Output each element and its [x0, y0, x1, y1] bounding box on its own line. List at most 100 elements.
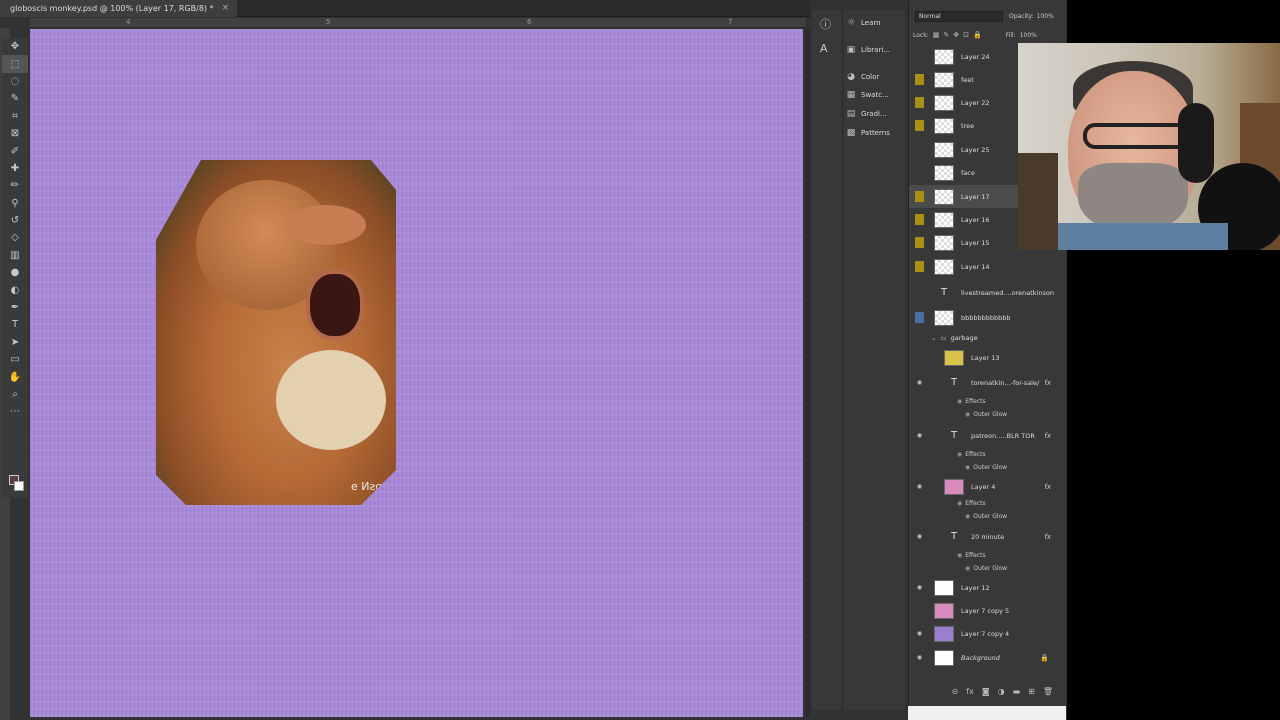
outer-glow-row[interactable]: ◉ Outer Glow: [909, 408, 1059, 420]
close-icon[interactable]: ×: [222, 0, 230, 17]
eye-icon[interactable]: ◉: [915, 481, 924, 492]
background-layer-row[interactable]: ◉ Background 🔒: [909, 646, 1059, 669]
trash-icon[interactable]: 🗑: [1043, 687, 1053, 696]
eye-icon[interactable]: ◉: [915, 652, 924, 663]
gradient-tool-icon[interactable]: ▥: [2, 247, 28, 264]
document-tab[interactable]: globoscis monkey.psd @ 100% (Layer 17, R…: [0, 0, 238, 17]
visibility-toggle[interactable]: [915, 261, 924, 272]
text-layer-row[interactable]: ◉ Ttorenatkin...-for-sale/fx: [909, 371, 1059, 394]
lock-pixels-icon[interactable]: ✎: [943, 31, 949, 39]
effects-row[interactable]: ◉ Effects: [909, 549, 1059, 561]
eye-icon[interactable]: ◉: [915, 430, 924, 441]
layer-row[interactable]: Layer 7 copy 5: [909, 599, 1059, 622]
add-mask-icon[interactable]: ◙: [982, 687, 990, 696]
hand-tool-icon[interactable]: ✋: [2, 368, 28, 385]
text-layer-row[interactable]: Tlivestreamed....orenatkinson: [909, 281, 1059, 304]
layer-row[interactable]: ◉ Layer 12: [909, 576, 1059, 599]
lock-artboard-icon[interactable]: ⊡: [963, 31, 969, 39]
frame-tool-icon[interactable]: ⊠: [2, 125, 28, 142]
eye-icon[interactable]: ◉: [957, 451, 962, 458]
dodge-tool-icon[interactable]: ◐: [2, 281, 28, 298]
text-layer-row[interactable]: ◉ Tpatreon.....BLR TOR fx: [909, 424, 1059, 447]
quick-select-tool-icon[interactable]: ✎: [2, 90, 28, 107]
eye-icon[interactable]: ◉: [915, 628, 924, 639]
adjustment-layer-icon[interactable]: ◑: [998, 687, 1005, 696]
new-group-icon[interactable]: ▬: [1013, 687, 1021, 696]
visibility-toggle[interactable]: [915, 97, 924, 108]
effects-row[interactable]: ◉ Effects: [909, 395, 1059, 407]
layer-row[interactable]: ◉ Layer 7 copy 4: [909, 622, 1059, 645]
background-color-swatch[interactable]: [14, 481, 24, 491]
rectangle-tool-icon[interactable]: ▭: [2, 351, 28, 368]
fx-badge[interactable]: fx: [1044, 379, 1051, 387]
chevron-down-icon[interactable]: ⌄: [931, 334, 936, 342]
visibility-toggle[interactable]: [915, 191, 924, 202]
zoom-tool-icon[interactable]: ⌕: [2, 386, 28, 403]
outer-glow-row[interactable]: ◉ Outer Glow: [909, 562, 1059, 574]
outer-glow-row[interactable]: ◉ Outer Glow: [909, 461, 1059, 473]
document-canvas[interactable]: ɿɒsN ɘ: [30, 29, 803, 717]
eye-icon[interactable]: ◉: [957, 398, 962, 405]
eyedropper-tool-icon[interactable]: ✐: [2, 142, 28, 159]
info-icon[interactable]: ⓘ: [820, 16, 831, 32]
layer-row[interactable]: ◉ Layer 4 fx: [909, 475, 1059, 498]
effects-row[interactable]: ◉ Effects: [909, 497, 1059, 509]
eye-icon[interactable]: ◉: [915, 377, 924, 388]
visibility-toggle[interactable]: [915, 120, 924, 131]
text-layer-row[interactable]: ◉ T 20 minute fx: [909, 525, 1059, 548]
pen-tool-icon[interactable]: ✒: [2, 299, 28, 316]
lock-transparency-icon[interactable]: ▦: [933, 31, 940, 39]
outer-glow-row[interactable]: ◉ Outer Glow: [909, 510, 1059, 522]
lasso-tool-icon[interactable]: ◌: [2, 73, 28, 90]
visibility-toggle[interactable]: [915, 312, 924, 323]
effects-row[interactable]: ◉ Effects: [909, 448, 1059, 460]
panel-learn[interactable]: ☼ Learn: [846, 16, 906, 30]
eye-icon[interactable]: ◉: [965, 565, 970, 572]
fx-badge[interactable]: fx: [1044, 483, 1051, 491]
visibility-toggle[interactable]: [915, 167, 924, 178]
blur-tool-icon[interactable]: ●: [2, 264, 28, 281]
eye-icon[interactable]: ◉: [957, 552, 962, 559]
visibility-toggle[interactable]: [915, 287, 924, 298]
healing-tool-icon[interactable]: ✚: [2, 160, 28, 177]
link-layers-icon[interactable]: ⊝: [952, 687, 959, 696]
layer-row[interactable]: Layer 13: [909, 346, 1059, 369]
path-select-tool-icon[interactable]: ➤: [2, 334, 28, 351]
eye-icon[interactable]: ◉: [965, 513, 970, 520]
canvas-scrollbar[interactable]: [806, 29, 810, 717]
eraser-tool-icon[interactable]: ◇: [2, 229, 28, 246]
eye-icon[interactable]: ◉: [915, 582, 924, 593]
clone-stamp-tool-icon[interactable]: ⚲: [2, 195, 28, 212]
visibility-toggle[interactable]: [915, 144, 924, 155]
type-tool-icon[interactable]: T: [2, 316, 28, 333]
eye-icon[interactable]: ◉: [957, 500, 962, 507]
visibility-toggle[interactable]: [915, 74, 924, 85]
eye-icon[interactable]: ◉: [915, 531, 924, 542]
more-tools-icon[interactable]: ⋯: [2, 403, 28, 420]
visibility-toggle[interactable]: [915, 214, 924, 225]
panel-swatches[interactable]: ▦ Swatc...: [846, 88, 906, 102]
lock-position-icon[interactable]: ✥: [953, 31, 959, 39]
proboscis-monkey-layer[interactable]: ɿɒsN ɘ: [156, 160, 396, 505]
lock-all-icon[interactable]: 🔒: [973, 31, 982, 39]
visibility-toggle[interactable]: [915, 51, 924, 62]
new-layer-icon[interactable]: ⊞: [1028, 687, 1035, 696]
layer-group-row[interactable]: ⌄ ▭ garbage: [909, 330, 1059, 346]
brush-tool-icon[interactable]: ✏: [2, 177, 28, 194]
fx-icon[interactable]: fx: [966, 687, 974, 696]
fx-badge[interactable]: fx: [1044, 432, 1051, 440]
visibility-toggle[interactable]: [915, 352, 924, 363]
crop-tool-icon[interactable]: ⌗: [2, 108, 28, 125]
marquee-tool-icon[interactable]: ⬚: [2, 55, 28, 73]
layer-row[interactable]: Layer 14: [909, 255, 1059, 278]
layer-row[interactable]: bbbbbbbbbbbb: [909, 306, 1059, 329]
visibility-toggle[interactable]: [915, 605, 924, 616]
eye-icon[interactable]: ◉: [965, 411, 970, 418]
eye-icon[interactable]: ◉: [965, 464, 970, 471]
panel-libraries[interactable]: ▣ Librari...: [846, 43, 906, 57]
fill-value[interactable]: 100%: [1020, 32, 1037, 39]
visibility-toggle[interactable]: [915, 237, 924, 248]
panel-gradients[interactable]: ▤ Gradi...: [846, 107, 906, 121]
move-tool-icon[interactable]: ✥: [2, 38, 28, 55]
panel-patterns[interactable]: ▩ Patterns: [846, 126, 906, 140]
